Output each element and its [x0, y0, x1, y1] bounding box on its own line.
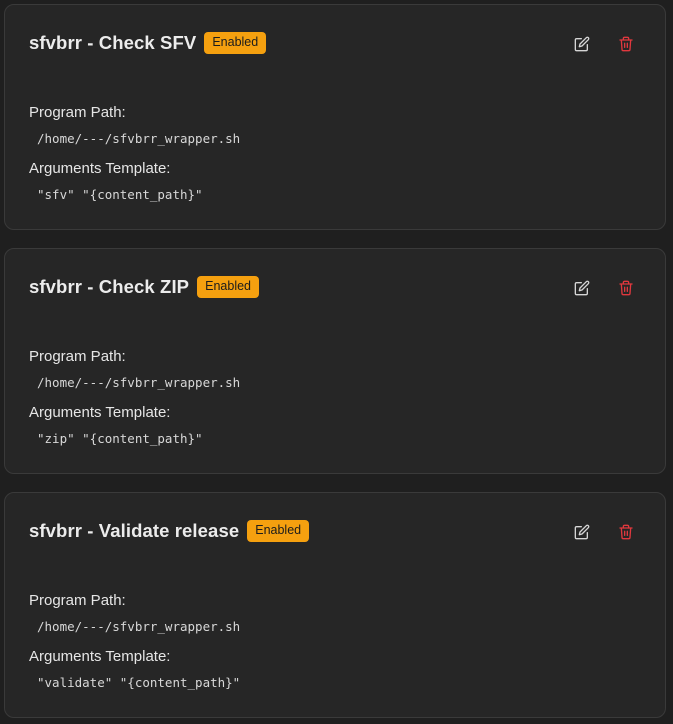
card-actions — [573, 523, 635, 541]
status-badge: Enabled — [197, 276, 259, 298]
trash-icon — [619, 524, 633, 540]
arguments-template-label: Arguments Template: — [29, 404, 171, 421]
delete-button[interactable] — [617, 35, 635, 53]
program-title: sfvbrr - Validate release — [29, 520, 240, 541]
program-card: sfvbrr - Check SFV Enabled Program Path:… — [4, 4, 666, 230]
card-actions — [573, 35, 635, 53]
trash-icon — [619, 280, 633, 296]
arguments-template-label: Arguments Template: — [29, 160, 171, 177]
status-badge: Enabled — [247, 520, 310, 542]
edit-icon — [574, 524, 590, 540]
external-programs-list: sfvbrr - Check SFV Enabled Program Path:… — [0, 0, 673, 724]
program-path-label: Program Path: — [29, 592, 126, 609]
program-path-label: Program Path: — [29, 104, 126, 121]
card-header: sfvbrr - Check ZIP Enabled — [29, 274, 259, 300]
program-title: sfvbrr - Check ZIP — [29, 276, 190, 297]
program-card: sfvbrr - Validate release Enabled Progra… — [4, 492, 666, 718]
edit-icon — [574, 280, 590, 296]
trash-icon — [619, 36, 633, 52]
card-header: sfvbrr - Check SFV Enabled — [29, 30, 267, 56]
program-path-value: /home/---/sfvbrr_wrapper.sh — [37, 375, 241, 390]
edit-button[interactable] — [573, 35, 591, 53]
edit-icon — [574, 36, 590, 52]
arguments-template-value: "validate" "{content_path}" — [37, 675, 241, 690]
arguments-template-value: "sfv" "{content_path}" — [37, 187, 203, 202]
status-badge: Enabled — [204, 32, 267, 54]
program-title: sfvbrr - Check SFV — [29, 32, 197, 53]
program-path-value: /home/---/sfvbrr_wrapper.sh — [37, 131, 241, 146]
edit-button[interactable] — [573, 279, 591, 297]
program-path-value: /home/---/sfvbrr_wrapper.sh — [37, 619, 241, 634]
arguments-template-label: Arguments Template: — [29, 648, 171, 665]
program-card: sfvbrr - Check ZIP Enabled Program Path:… — [4, 248, 666, 474]
delete-button[interactable] — [617, 523, 635, 541]
edit-button[interactable] — [573, 523, 591, 541]
program-path-label: Program Path: — [29, 348, 126, 365]
card-actions — [573, 279, 635, 297]
delete-button[interactable] — [617, 279, 635, 297]
arguments-template-value: "zip" "{content_path}" — [37, 431, 203, 446]
card-header: sfvbrr - Validate release Enabled — [29, 518, 310, 544]
